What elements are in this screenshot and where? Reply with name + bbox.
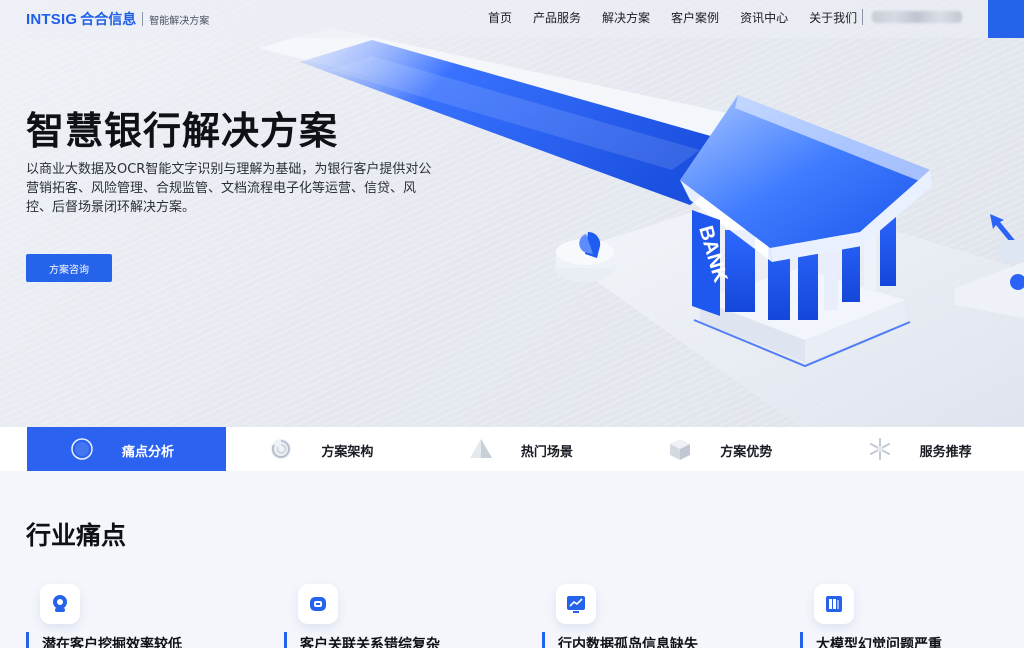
nav-divider	[862, 9, 863, 25]
target-user-icon	[40, 584, 80, 624]
tab-label: 服务推荐	[919, 445, 972, 460]
pain-point-card[interactable]: 潜在客户挖掘效率较低	[26, 578, 266, 648]
pain-point-card[interactable]: 大模型幻觉问题严重	[800, 578, 1024, 648]
pyramid-icon	[469, 439, 492, 458]
logo-text-en: INTSIG	[26, 10, 78, 28]
nav-item-about[interactable]: 关于我们	[809, 9, 857, 26]
tab-label: 痛点分析	[122, 445, 175, 460]
card-title: 潜在客户挖掘效率较低	[42, 637, 182, 648]
card-accent-bar	[284, 632, 287, 648]
card-title: 客户关联关系错综复杂	[300, 637, 440, 648]
card-title: 大模型幻觉问题严重	[816, 637, 942, 648]
logo-text-cn: 合合信息	[80, 12, 137, 28]
section-title: 行业痛点	[26, 521, 127, 550]
card-title: 行内数据孤岛信息缺失	[558, 637, 698, 648]
hero-title: 智慧银行解决方案	[26, 109, 339, 153]
logo-divider	[142, 12, 144, 26]
tab-label: 方案优势	[720, 445, 773, 460]
books-icon	[814, 584, 854, 624]
network-icon	[298, 584, 338, 624]
contact-phone-blurred	[872, 11, 962, 23]
card-accent-bar	[800, 632, 803, 648]
tab-scenarios[interactable]: 热门场景	[426, 427, 625, 471]
hero-description: 以商业大数据及OCR智能文字识别与理解为基础，为银行客户提供对公营销拓客、风险管…	[26, 162, 432, 215]
logo-tagline: 智能解决方案	[149, 15, 210, 27]
pain-point-card[interactable]: 客户关联关系错综复杂	[284, 578, 524, 648]
tab-label: 热门场景	[520, 445, 573, 460]
tab-services[interactable]: 服务推荐	[825, 427, 1024, 471]
pain-point-card[interactable]: 行内数据孤岛信息缺失	[542, 578, 782, 648]
swirl-icon	[271, 439, 292, 459]
main-nav: 首页 产品服务 解决方案 客户案例 资讯中心 关于我们	[488, 9, 878, 26]
tab-pain-points[interactable]: 痛点分析	[27, 427, 227, 471]
solution-tabs: 痛点分析 方案架构 热门场景 方案优势 服务推荐	[0, 427, 1024, 471]
nav-item-solutions[interactable]: 解决方案	[602, 9, 650, 26]
snowflake-icon	[869, 438, 890, 460]
pain-point-cards: 潜在客户挖掘效率较低 客户关联关系错综复杂 行内数据孤岛信息缺失 大模型幻觉问题…	[26, 578, 1024, 648]
hero-banner: BANK 智慧银行解决方案 以商业大数据及OCR智能文字识别与理解为基础，为银行…	[0, 0, 1024, 427]
card-accent-bar	[26, 632, 29, 648]
consult-button[interactable]: 方案咨询	[26, 254, 112, 282]
nav-item-products[interactable]: 产品服务	[533, 9, 581, 26]
tab-advantages[interactable]: 方案优势	[625, 427, 824, 471]
chart-screen-icon	[556, 584, 596, 624]
nav-item-news[interactable]: 资讯中心	[740, 9, 788, 26]
card-accent-bar	[542, 632, 545, 648]
header-cta-button[interactable]	[988, 0, 1024, 38]
tab-architecture[interactable]: 方案架构	[226, 427, 425, 471]
nav-item-home[interactable]: 首页	[488, 9, 512, 26]
nav-item-cases[interactable]: 客户案例	[671, 9, 719, 26]
brand-logo[interactable]: INTSIG 合合信息 智能解决方案	[26, 9, 209, 29]
circle-icon	[71, 438, 93, 460]
cube-icon	[670, 439, 691, 460]
top-navbar: INTSIG 合合信息 智能解决方案 首页 产品服务 解决方案 客户案例 资讯中…	[0, 0, 1024, 38]
tab-label: 方案架构	[321, 445, 374, 460]
